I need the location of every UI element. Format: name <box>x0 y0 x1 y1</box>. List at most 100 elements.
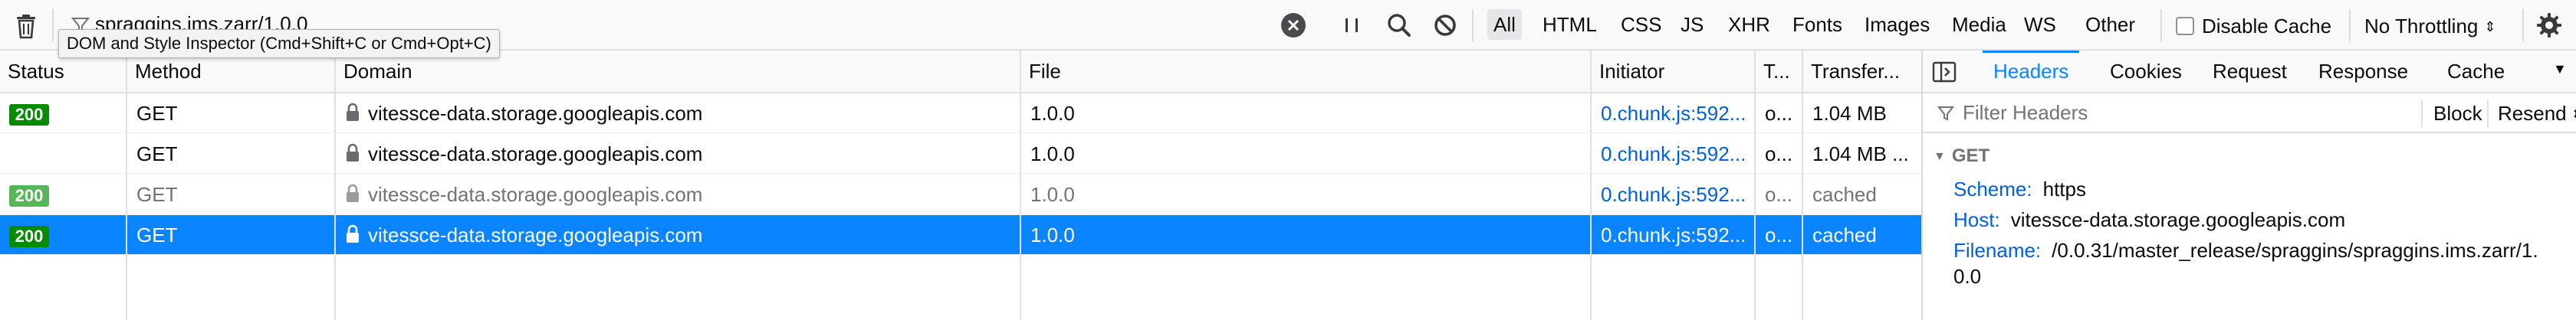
domain-text: vitessce-data.storage.googleapis.com <box>368 183 703 206</box>
headers-content: ▼ GET Scheme: https Host: vitessce-data.sto… <box>1923 135 2576 320</box>
network-settings-button[interactable] <box>2535 11 2564 40</box>
table-row[interactable]: GET vitessce-data.storage.googleapis.com 1… <box>0 134 1921 174</box>
select-arrows-icon: ⇕ <box>2484 19 2496 34</box>
status-badge: 200 <box>9 226 49 247</box>
initiator-link[interactable]: 0.chunk.js:592... <box>1601 224 1746 247</box>
inspector-tooltip: DOM and Style Inspector (Cmd+Shift+C or … <box>58 29 500 58</box>
header-value: https <box>2042 178 2086 201</box>
block-button[interactable]: Block <box>2429 100 2487 127</box>
type-filter-all[interactable]: All <box>1487 9 1522 40</box>
domain-cell: vitessce-data.storage.googleapis.com <box>336 93 1020 133</box>
header-value: /0.0.31/master_release/spraggins/spraggi… <box>2052 239 2538 262</box>
disable-cache-label: Disable Cache <box>2202 14 2332 38</box>
domain-cell: vitessce-data.storage.googleapis.com <box>336 175 1020 214</box>
pause-recording-button[interactable] <box>1340 12 1363 38</box>
type-filter-xhr[interactable]: XHR <box>1722 9 1776 40</box>
column-header-initiator[interactable]: Initiator <box>1592 51 1754 92</box>
column-divider[interactable] <box>1754 51 1756 320</box>
file-cell: 1.0.0 <box>1030 183 1075 206</box>
header-row-host: Host: vitessce-data.storage.googleapis.co… <box>1953 207 2345 233</box>
throttling-select[interactable]: No Throttling ⇕ <box>2364 11 2496 41</box>
trash-icon <box>17 15 35 39</box>
toggle-sidebar-button[interactable] <box>1932 61 1957 83</box>
tab-cache[interactable]: Cache <box>2436 51 2515 92</box>
type-filter-css[interactable]: CSS <box>1615 9 1668 40</box>
domain-text: vitessce-data.storage.googleapis.com <box>368 142 703 165</box>
column-divider[interactable] <box>334 51 336 320</box>
throttling-label: No Throttling <box>2364 15 2479 38</box>
method-heading-text: GET <box>1951 145 1990 166</box>
toolbar-divider <box>1472 9 1474 41</box>
search-icon <box>1388 14 1411 37</box>
type-cell: o... <box>1765 142 1793 165</box>
status-cell: 200 <box>0 175 126 214</box>
status-badge: 200 <box>9 185 49 207</box>
clear-requests-button[interactable] <box>11 11 41 41</box>
initiator-cell[interactable]: 0.chunk.js:592... <box>1592 175 1754 214</box>
type-cell: o... <box>1765 224 1793 247</box>
status-cell <box>0 134 126 174</box>
request-blocking-button[interactable] <box>1431 11 1460 40</box>
header-name: Scheme: <box>1953 178 2032 201</box>
tab-request[interactable]: Request <box>2202 51 2298 92</box>
method-cell: GET <box>136 142 178 165</box>
initiator-cell[interactable]: 0.chunk.js:592... <box>1592 215 1754 255</box>
initiator-link[interactable]: 0.chunk.js:592... <box>1601 183 1746 206</box>
column-header-transferred[interactable]: Transfer... <box>1803 51 1920 92</box>
transferred-cell: 1.04 MB ... <box>1812 142 1909 165</box>
type-filter-js[interactable]: JS <box>1674 9 1710 40</box>
lock-icon <box>347 143 359 162</box>
initiator-cell[interactable]: 0.chunk.js:592... <box>1592 93 1754 133</box>
type-filter-other[interactable]: Other <box>2079 9 2141 40</box>
block-icon <box>1434 15 1456 36</box>
toolbar-divider <box>2160 9 2162 41</box>
header-name: Host: <box>1953 208 2000 231</box>
request-details-panel: Headers Cookies Request Response Cache ▼… <box>1921 51 2576 320</box>
column-divider[interactable] <box>1020 51 1021 320</box>
checkbox-box[interactable] <box>2176 17 2194 35</box>
table-row[interactable]: 200 GET vitessce-data.storage.googleapis.c… <box>0 175 1921 214</box>
toolbar-divider <box>2349 9 2351 41</box>
disable-cache-checkbox[interactable]: Disable Cache <box>2176 11 2331 41</box>
search-button[interactable] <box>1385 11 1414 40</box>
initiator-cell[interactable]: 0.chunk.js:592... <box>1592 134 1754 174</box>
filter-headers-input[interactable] <box>1961 98 2421 127</box>
domain-text: vitessce-data.storage.googleapis.com <box>368 102 703 125</box>
lock-icon <box>347 184 359 203</box>
table-row[interactable]: 200 GET vitessce-data.storage.googleapis.c… <box>0 93 1921 133</box>
method-cell: GET <box>136 224 178 247</box>
header-row-filename: Filename: /0.0.31/master_release/spraggin… <box>1953 237 2538 263</box>
toolbar-divider <box>2487 100 2489 127</box>
sidebar-toggle-icon <box>1932 61 1957 83</box>
tabs-overflow-icon[interactable]: ▼ <box>2553 61 2567 77</box>
requests-table: Status Method Domain File Initiator T...… <box>0 51 1921 320</box>
tab-headers[interactable]: Headers <box>1983 51 2080 92</box>
request-summary-toggle[interactable]: ▼ GET <box>1934 142 1990 170</box>
type-filter-images[interactable]: Images <box>1858 9 1936 40</box>
table-row[interactable]: 200 GET vitessce-data.storage.googleapis.c… <box>0 215 1921 255</box>
status-cell: 200 <box>0 93 126 133</box>
header-row-scheme: Scheme: https <box>1953 176 2086 202</box>
clear-filter-button[interactable] <box>1279 11 1308 40</box>
column-header-file[interactable]: File <box>1021 51 1590 92</box>
toolbar-divider <box>2421 100 2423 127</box>
type-filter-media[interactable]: Media <box>1946 9 2013 40</box>
details-tab-bar: Headers Cookies Request Response Cache ▼ <box>1923 51 2576 93</box>
pause-icon <box>1346 18 1358 32</box>
tab-response[interactable]: Response <box>2308 51 2419 92</box>
column-divider[interactable] <box>1802 51 1803 320</box>
domain-cell: vitessce-data.storage.googleapis.com <box>336 134 1020 174</box>
header-name: Filename: <box>1953 239 2042 262</box>
select-arrows-icon: ⇕ <box>2571 106 2576 122</box>
toolbar-divider <box>2522 9 2524 41</box>
resend-button[interactable]: Resend⇕ <box>2493 100 2576 127</box>
column-divider[interactable] <box>126 51 127 320</box>
initiator-link[interactable]: 0.chunk.js:592... <box>1601 102 1746 125</box>
type-filter-html[interactable]: HTML <box>1536 9 1603 40</box>
column-divider[interactable] <box>1590 51 1592 320</box>
filter-icon <box>1937 106 1955 121</box>
initiator-link[interactable]: 0.chunk.js:592... <box>1601 142 1746 165</box>
type-filter-ws[interactable]: WS <box>2018 9 2062 40</box>
tab-cookies[interactable]: Cookies <box>2099 51 2193 92</box>
type-filter-fonts[interactable]: Fonts <box>1786 9 1848 40</box>
